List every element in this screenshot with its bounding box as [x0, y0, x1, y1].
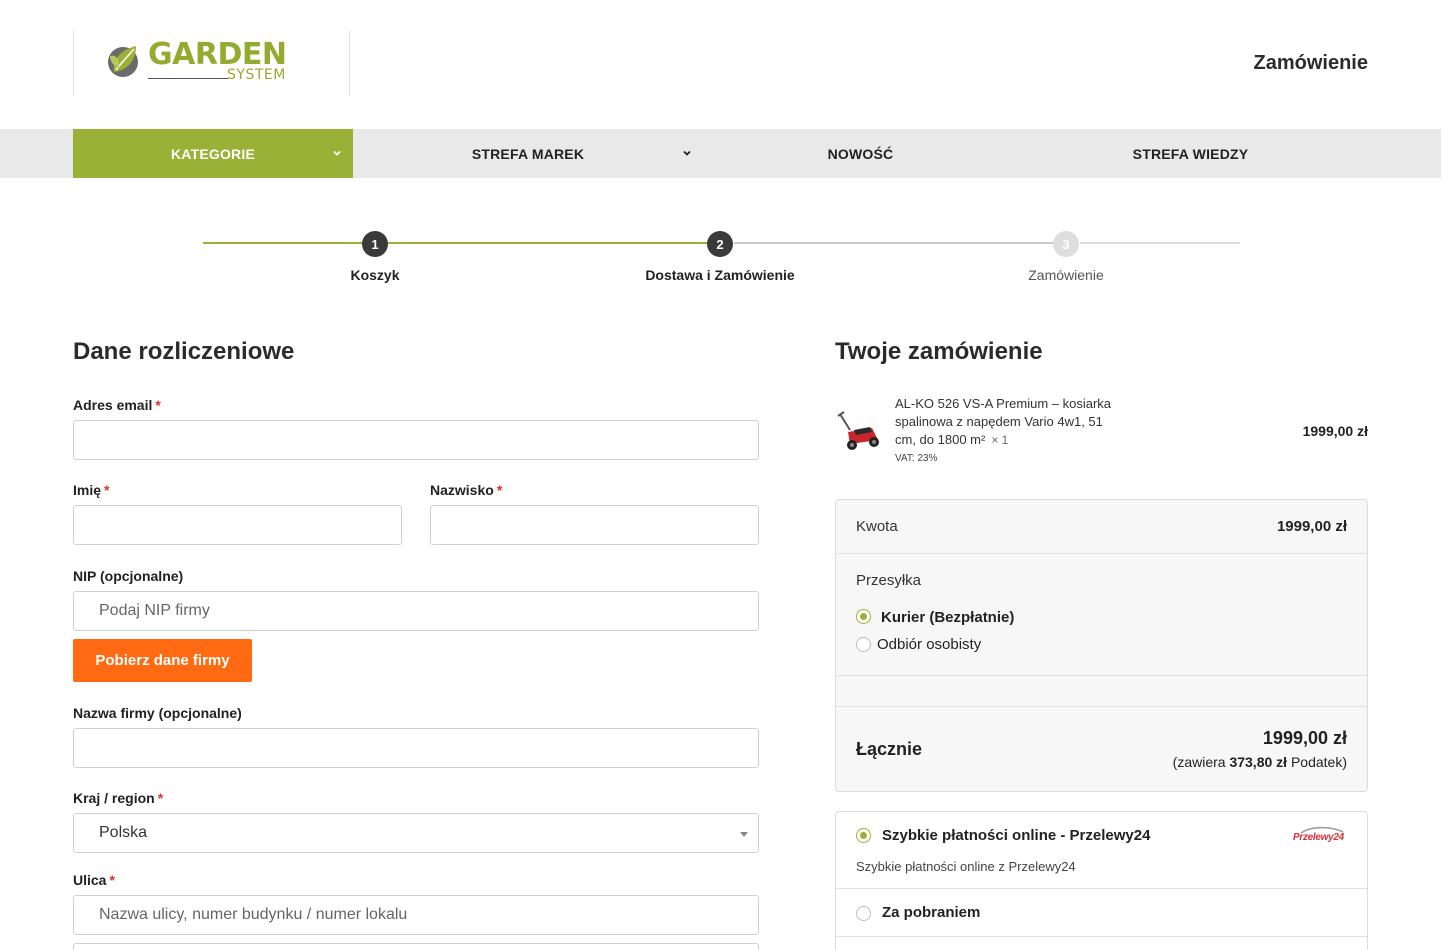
nav-item-strefa-marek[interactable]: STREFA MAREK — [353, 129, 703, 178]
first-name-label-text: Imię — [73, 482, 102, 498]
fetch-company-data-button[interactable]: Pobierz dane firmy — [73, 639, 252, 682]
shipping-row: Przesyłka Kurier (Bezpłatnie) Odbiór oso… — [836, 554, 1367, 676]
payment-option-przelewy24[interactable]: Szybkie płatności online - Przelewy24 Sz… — [836, 812, 1367, 889]
required-mark: * — [155, 397, 161, 413]
payment-cod-label[interactable]: Za pobraniem — [882, 904, 980, 921]
logo-wordmark: GARDEN — [148, 37, 287, 72]
payment-methods: Szybkie płatności online - Przelewy24 Sz… — [835, 811, 1368, 950]
nav-item-strefa-wiedzy[interactable]: STREFA WIEDZY — [1018, 129, 1363, 178]
przelewy24-logo: Przelewy24 — [1293, 826, 1345, 846]
country-select-value: Polska — [99, 824, 148, 841]
street-label: Ulica * — [73, 872, 115, 888]
nav-item-label: STREFA WIEDZY — [1132, 145, 1249, 162]
product-name[interactable]: AL-KO 526 VS-A Premium – kosiarka spalin… — [895, 395, 1115, 449]
checkout-steps: 1 2 3 Koszyk Dostawa i Zamówienie Zamówi… — [0, 220, 1456, 290]
last-name-label: Nazwisko * — [430, 482, 502, 498]
tax-value: 373,80 zł — [1229, 754, 1288, 770]
required-mark: * — [104, 482, 110, 498]
product-vat: VAT: 23% — [895, 453, 938, 464]
nip-field[interactable] — [73, 591, 759, 631]
shipping-pickup-label[interactable]: Odbiór osobisty — [877, 636, 981, 653]
lawn-mower-image — [837, 411, 879, 450]
total-row: Łącznie 1999,00 zł (zawiera 373,80 zł Po… — [836, 707, 1367, 791]
page-title: Zamówienie — [1253, 52, 1368, 74]
main-navigation: KATEGORIE STREFA MAREK NOWOŚĆ STREFA WIE… — [0, 129, 1441, 178]
street-line-2-field[interactable] — [73, 943, 759, 950]
first-name-field[interactable] — [73, 505, 402, 545]
street-field[interactable] — [73, 895, 759, 935]
required-mark: * — [109, 872, 115, 888]
payment-przelewy24-radio[interactable] — [856, 828, 871, 843]
tax-note: (zawiera 373,80 zł Podatek) — [1173, 754, 1347, 770]
step-3-circle: 3 — [1053, 231, 1079, 257]
order-title: Twoje zamówienie — [835, 338, 1043, 365]
garden-system-logo[interactable]: GARDEN SYSTEM — [106, 40, 316, 86]
step-line-pending — [1080, 242, 1240, 244]
street-label-text: Ulica — [73, 872, 107, 888]
required-mark: * — [496, 482, 503, 498]
shipping-pickup-radio[interactable] — [856, 637, 871, 652]
payment-przelewy24-description: Szybkie płatności online z Przelewy24 — [856, 859, 1076, 874]
amount-label: Kwota — [856, 518, 898, 535]
nav-item-nowosc[interactable]: NOWOŚĆ — [703, 129, 1018, 178]
email-label-text: Adres email — [73, 397, 153, 413]
nav-item-kategorie[interactable]: KATEGORIE — [73, 129, 353, 178]
last-name-field[interactable] — [430, 505, 759, 545]
shipping-label: Przesyłka — [856, 572, 922, 589]
nip-label: NIP (opcjonalne) — [73, 568, 184, 584]
company-label: Nazwa firmy (opcjonalne) — [73, 705, 242, 721]
leaf-icon — [108, 46, 138, 77]
payment-cod-radio[interactable] — [856, 906, 871, 921]
dropdown-arrow-icon — [740, 832, 748, 837]
amount-row: Kwota 1999,00 zł — [836, 500, 1367, 554]
step-1-label[interactable]: Koszyk — [255, 267, 495, 283]
company-field[interactable] — [73, 728, 759, 768]
logo-divider — [148, 78, 228, 79]
shipping-courier-label[interactable]: Kurier (Bezpłatnie) — [881, 609, 1014, 626]
logo-container[interactable]: GARDEN SYSTEM — [73, 30, 350, 96]
nav-item-label: KATEGORIE — [171, 145, 255, 162]
total-label: Łącznie — [856, 739, 923, 759]
total-value: 1999,00 zł — [1262, 728, 1347, 748]
step-2-circle: 2 — [707, 231, 733, 257]
email-label: Adres email * — [73, 397, 161, 413]
order-summary: Kwota 1999,00 zł Przesyłka Kurier (Bezpł… — [835, 499, 1368, 792]
country-select[interactable]: Polska — [73, 813, 759, 853]
step-line-done — [388, 242, 708, 244]
tax-prefix: (zawiera — [1172, 754, 1226, 770]
step-2-label: Dostawa i Zamówienie — [645, 267, 795, 283]
product-quantity: × 1 — [991, 433, 1009, 447]
step-1-circle[interactable]: 1 — [362, 231, 388, 257]
required-mark: * — [157, 790, 164, 806]
country-label: Kraj / region * — [73, 790, 163, 806]
billing-title: Dane rozliczeniowe — [73, 338, 295, 365]
payment-przelewy24-label[interactable]: Szybkie płatności online - Przelewy24 — [882, 827, 1150, 844]
email-field[interactable] — [73, 420, 759, 460]
chevron-down-icon — [683, 150, 691, 156]
amount-value: 1999,00 zł — [1276, 518, 1347, 535]
chevron-down-icon — [333, 150, 341, 156]
step-line-done — [203, 242, 363, 244]
step-line-pending — [734, 242, 1054, 244]
site-header: GARDEN SYSTEM Zamówienie — [0, 0, 1456, 129]
przelewy24-logo-text: Przelewy24 — [1293, 832, 1344, 843]
last-name-label-text: Nazwisko — [430, 482, 494, 498]
shipping-courier-radio[interactable] — [856, 609, 871, 624]
step-3-label: Zamówienie — [1028, 267, 1104, 283]
product-price: 1999,00 zł — [1302, 423, 1368, 439]
summary-spacer-row — [836, 676, 1367, 707]
nav-item-label: NOWOŚĆ — [827, 145, 894, 162]
logo-subtitle: SYSTEM — [227, 67, 286, 83]
tax-suffix: Podatek) — [1290, 754, 1347, 770]
first-name-label: Imię * — [73, 482, 109, 498]
payment-option-cod[interactable]: Za pobraniem — [836, 889, 1367, 937]
country-label-text: Kraj / region — [73, 790, 155, 806]
nav-item-label: STREFA MAREK — [471, 145, 585, 162]
